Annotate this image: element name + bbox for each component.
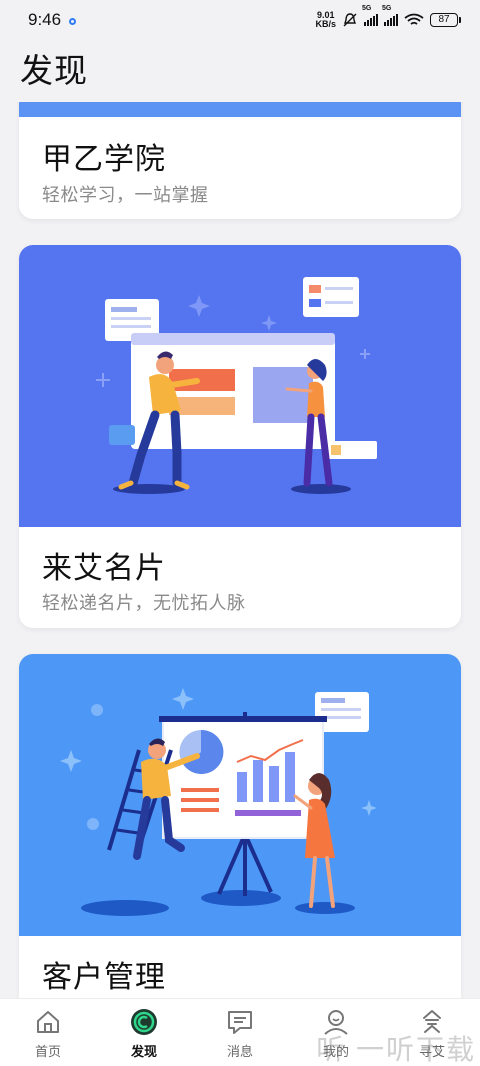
card-business-card-subtitle: 轻松递名片，无忧拓人脉 <box>42 593 246 613</box>
tab-find[interactable]: 寻艾 <box>384 999 480 1066</box>
message-icon <box>225 1007 255 1037</box>
bottom-tab-bar: 首页 发现 消息 我的 寻艾 <box>0 998 480 1066</box>
tab-profile[interactable]: 我的 <box>288 999 384 1066</box>
card-academy-banner <box>19 102 461 117</box>
analytics-illustration <box>60 688 377 916</box>
battery-icon: 87 <box>430 13 461 27</box>
signal-icon-2: 5G <box>382 5 398 26</box>
find-icon <box>417 1007 447 1037</box>
presentation-illustration <box>96 277 377 494</box>
tab-discover[interactable]: 发现 <box>96 999 192 1066</box>
signal-1-label: 5G <box>362 5 372 12</box>
tab-find-label: 寻艾 <box>418 1044 445 1059</box>
discover-list[interactable]: 甲乙学院 轻松学习，一站掌握 来艾名片 轻松递名片，无忧拓人脉 客户管理 <box>0 102 480 998</box>
signal-2-label: 5G <box>382 5 392 12</box>
tab-messages[interactable]: 消息 <box>192 999 288 1066</box>
card-customer-management[interactable]: 客户管理 <box>19 654 461 998</box>
card-customer-management-banner <box>19 654 461 936</box>
tab-profile-label: 我的 <box>322 1044 349 1059</box>
card-academy-title: 甲乙学院 <box>42 143 166 176</box>
mute-icon <box>343 13 357 27</box>
net-speed: 9.01 KB/s <box>315 11 336 29</box>
tab-discover-label: 发现 <box>130 1044 157 1059</box>
home-icon <box>33 1007 63 1037</box>
notification-app-icon <box>69 17 77 25</box>
wifi-icon <box>404 13 424 25</box>
net-speed-unit: KB/s <box>315 19 336 29</box>
card-business-card-banner <box>19 245 461 527</box>
status-bar: 9:46 9.01 KB/s 5G 5G 87 <box>0 0 480 40</box>
card-business-card[interactable]: 来艾名片 轻松递名片，无忧拓人脉 <box>19 245 461 628</box>
discover-icon <box>129 1007 159 1037</box>
tab-home[interactable]: 首页 <box>0 999 96 1066</box>
tab-messages-label: 消息 <box>226 1044 253 1059</box>
status-icons: 9.01 KB/s 5G 5G 87 <box>315 5 461 29</box>
card-customer-management-title: 客户管理 <box>42 961 166 994</box>
tab-home-label: 首页 <box>34 1044 61 1059</box>
card-academy[interactable]: 甲乙学院 轻松学习，一站掌握 <box>19 102 461 219</box>
card-business-card-title: 来艾名片 <box>42 552 166 585</box>
status-time: 9:46 <box>28 10 62 29</box>
card-academy-subtitle: 轻松学习，一站掌握 <box>42 185 209 205</box>
page-title: 发现 <box>20 52 88 89</box>
profile-icon <box>321 1007 351 1037</box>
signal-icon-1: 5G <box>362 5 378 26</box>
